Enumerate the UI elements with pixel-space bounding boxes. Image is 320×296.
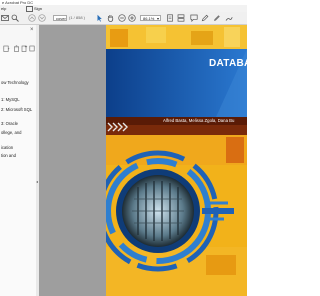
bookmark-item[interactable]: ollege, and [1, 130, 22, 135]
main-toolbar: cover (1 / 858 ) 86.1% ▾ [0, 12, 247, 25]
highlight-pen-icon[interactable] [201, 14, 209, 22]
menu-sign[interactable]: Sign [26, 5, 42, 12]
expand-bookmark-icon[interactable] [29, 39, 35, 52]
draw-pencil-icon[interactable] [213, 14, 221, 22]
page-number-input[interactable]: cover [53, 15, 67, 21]
zoom-in-icon[interactable] [128, 14, 136, 22]
email-icon[interactable] [1, 14, 9, 22]
bookmark-item[interactable]: ication [1, 145, 13, 150]
close-panel-icon[interactable]: × [30, 27, 35, 33]
delete-bookmark-icon[interactable] [13, 39, 20, 52]
bookmarks-toolbar: × [0, 25, 36, 52]
search-icon[interactable] [11, 14, 19, 22]
bookmark-item[interactable]: tion and [1, 153, 16, 158]
scrolling-mode-icon[interactable] [177, 14, 185, 22]
menu-bar: elp Sign [0, 5, 247, 12]
page-count: (1 / 858 ) [69, 15, 86, 20]
new-bookmark-icon[interactable] [21, 39, 28, 52]
collapse-panel-icon[interactable]: ◂ [36, 179, 38, 184]
bookmark-item[interactable]: 2: Microsoft SQL [1, 107, 32, 112]
fit-page-icon[interactable] [166, 14, 174, 22]
menu-help[interactable]: elp [1, 5, 6, 12]
zoom-level-select[interactable]: 86.1% ▾ [140, 15, 161, 21]
page-down-icon[interactable] [38, 14, 46, 22]
book-authors: Alfred Basta, Melissa Zgola, Dana Bu [163, 118, 235, 123]
pdf-page: DATABA Alfred Basta, Melissa Zgola, Dana… [106, 25, 247, 296]
bookmarks-panel [0, 25, 37, 296]
zoom-out-icon[interactable] [118, 14, 126, 22]
hand-tool-icon[interactable] [107, 14, 114, 22]
chevron-down-icon: ▾ [156, 16, 159, 21]
select-cursor-icon[interactable] [96, 14, 103, 22]
book-title: DATABA [209, 58, 247, 69]
sign-pen-icon[interactable] [225, 14, 233, 22]
comment-icon[interactable] [190, 14, 198, 23]
bookmark-item[interactable]: 1: MySQL [1, 97, 20, 102]
bookmark-options-icon[interactable] [3, 39, 10, 52]
bookmark-item[interactable]: ow Technology [1, 80, 29, 85]
page-up-icon[interactable] [28, 14, 36, 22]
bookmark-item[interactable]: 3: Oracle [1, 121, 18, 126]
